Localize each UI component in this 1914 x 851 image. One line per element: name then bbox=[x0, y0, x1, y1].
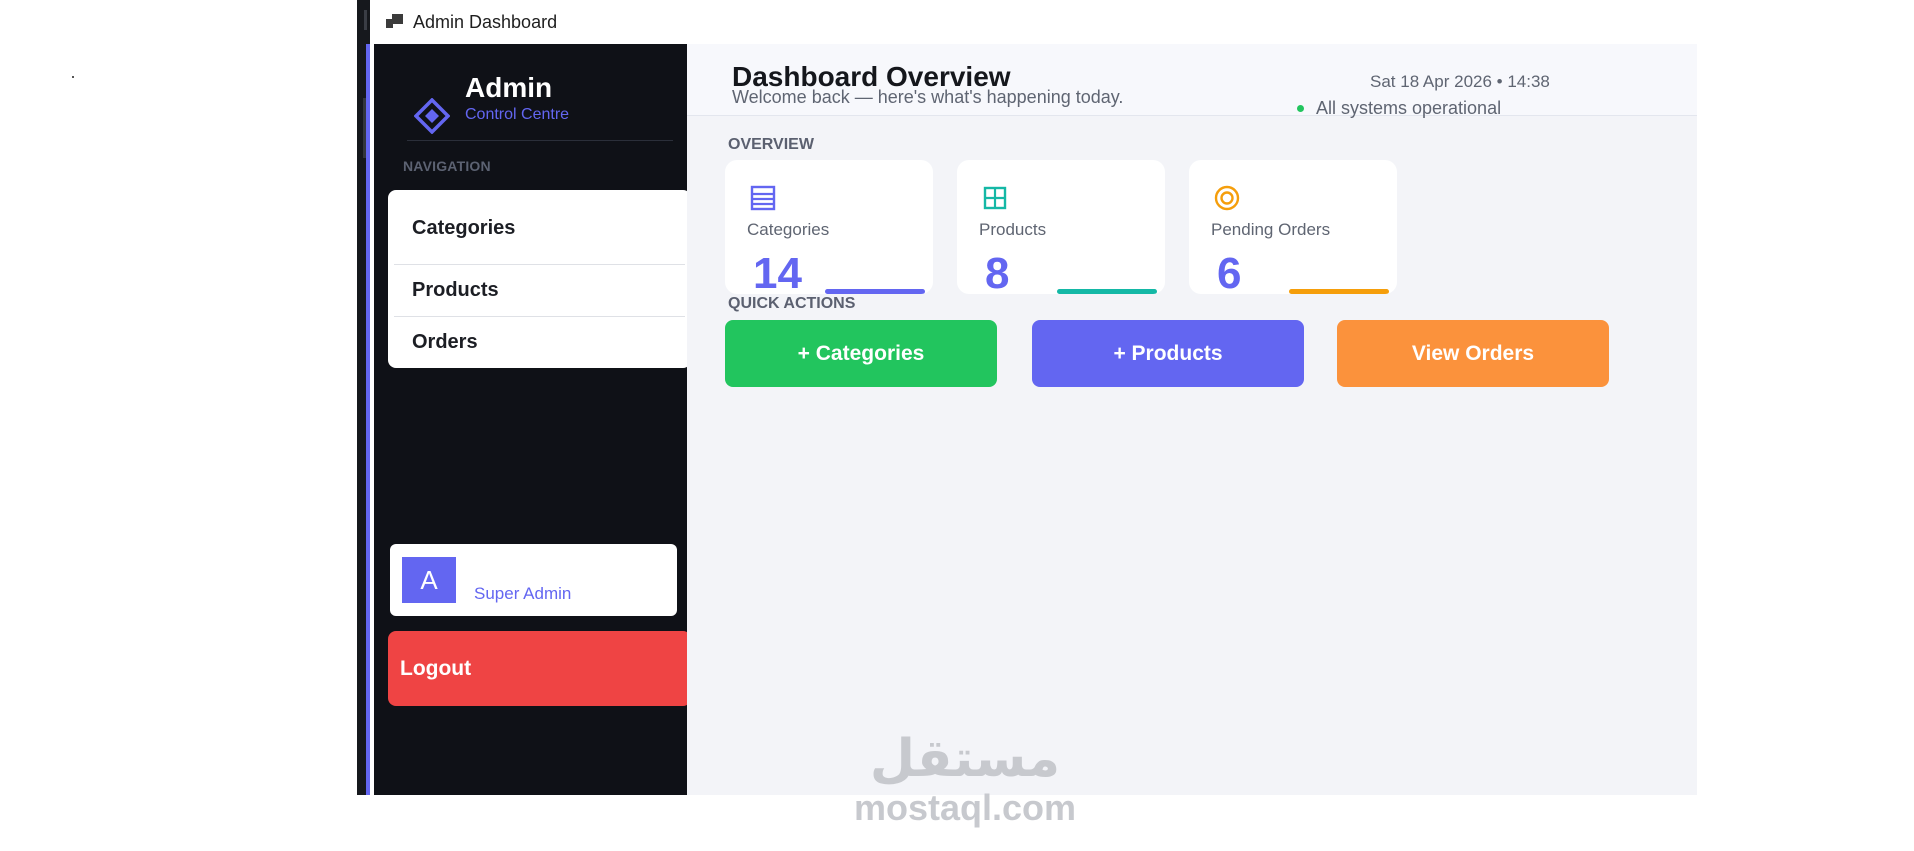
watermark-latin: mostaql.com bbox=[853, 787, 1077, 828]
desktop: Admin Dashboard Admin Control Centre NAV… bbox=[0, 0, 1914, 851]
window-left-edge bbox=[357, 0, 370, 795]
system-status: All systems operational bbox=[1297, 98, 1501, 119]
stat-accent-bar bbox=[1057, 289, 1157, 294]
stat-value: 14 bbox=[753, 249, 802, 294]
grid-icon bbox=[983, 186, 1007, 210]
title-bar[interactable]: Admin Dashboard bbox=[370, 0, 1697, 44]
watermark-arabic: مستقل bbox=[869, 729, 1061, 789]
stat-accent-bar bbox=[1289, 289, 1389, 294]
quick-actions-heading: QUICK ACTIONS bbox=[728, 295, 856, 312]
sidebar-item-categories[interactable]: Categories bbox=[394, 190, 685, 264]
stat-card-pending-orders[interactable]: Pending Orders 6 bbox=[1189, 160, 1397, 294]
stat-label: Pending Orders bbox=[1211, 220, 1331, 239]
diamond-logo-icon bbox=[414, 98, 450, 134]
stat-label: Categories bbox=[747, 220, 830, 239]
stat-value: 8 bbox=[985, 249, 1010, 294]
logout-button[interactable]: Logout bbox=[388, 631, 691, 706]
overview-heading: OVERVIEW bbox=[728, 136, 814, 153]
date-time: Sat 18 Apr 2026 • 14:38 bbox=[1370, 72, 1550, 91]
status-dot-icon bbox=[1297, 105, 1304, 112]
view-orders-button[interactable]: View Orders bbox=[1337, 320, 1609, 387]
status-text: All systems operational bbox=[1316, 98, 1502, 118]
avatar: A bbox=[402, 557, 456, 603]
divider bbox=[407, 140, 673, 141]
page-header: Dashboard Overview Welcome back — here's… bbox=[687, 44, 1697, 119]
user-role: Super Admin bbox=[474, 584, 572, 603]
stat-card-products[interactable]: Products 8 bbox=[957, 160, 1165, 294]
page-subtitle: Welcome back — here's what's happening t… bbox=[732, 87, 1124, 107]
brand: Admin Control Centre bbox=[374, 44, 687, 142]
target-icon bbox=[1214, 185, 1240, 211]
nav-menu: Categories Products Orders bbox=[388, 190, 691, 368]
desktop-speck bbox=[72, 76, 74, 78]
app-window-icon bbox=[386, 13, 404, 31]
stat-value: 6 bbox=[1217, 249, 1242, 294]
brand-title: Admin bbox=[465, 72, 553, 103]
app-window: Admin Dashboard Admin Control Centre NAV… bbox=[357, 0, 1697, 795]
sidebar: Admin Control Centre NAVIGATION Categori… bbox=[374, 44, 691, 795]
list-icon bbox=[750, 185, 776, 211]
window-title: Admin Dashboard bbox=[413, 11, 558, 32]
add-category-button[interactable]: + Categories bbox=[725, 320, 997, 387]
user-card: A Super Admin bbox=[390, 544, 677, 616]
watermark: مستقل mostaql.com bbox=[850, 730, 1080, 828]
add-product-button[interactable]: + Products bbox=[1032, 320, 1304, 387]
stat-card-categories[interactable]: Categories 14 bbox=[725, 160, 933, 294]
stat-label: Products bbox=[979, 220, 1047, 239]
stat-accent-bar bbox=[825, 289, 925, 294]
sidebar-item-products[interactable]: Products bbox=[394, 264, 685, 316]
nav-heading: NAVIGATION bbox=[403, 158, 491, 174]
brand-subtitle: Control Centre bbox=[465, 106, 570, 123]
main-content: Dashboard Overview Welcome back — here's… bbox=[687, 44, 1697, 795]
sidebar-item-orders[interactable]: Orders bbox=[394, 316, 685, 368]
